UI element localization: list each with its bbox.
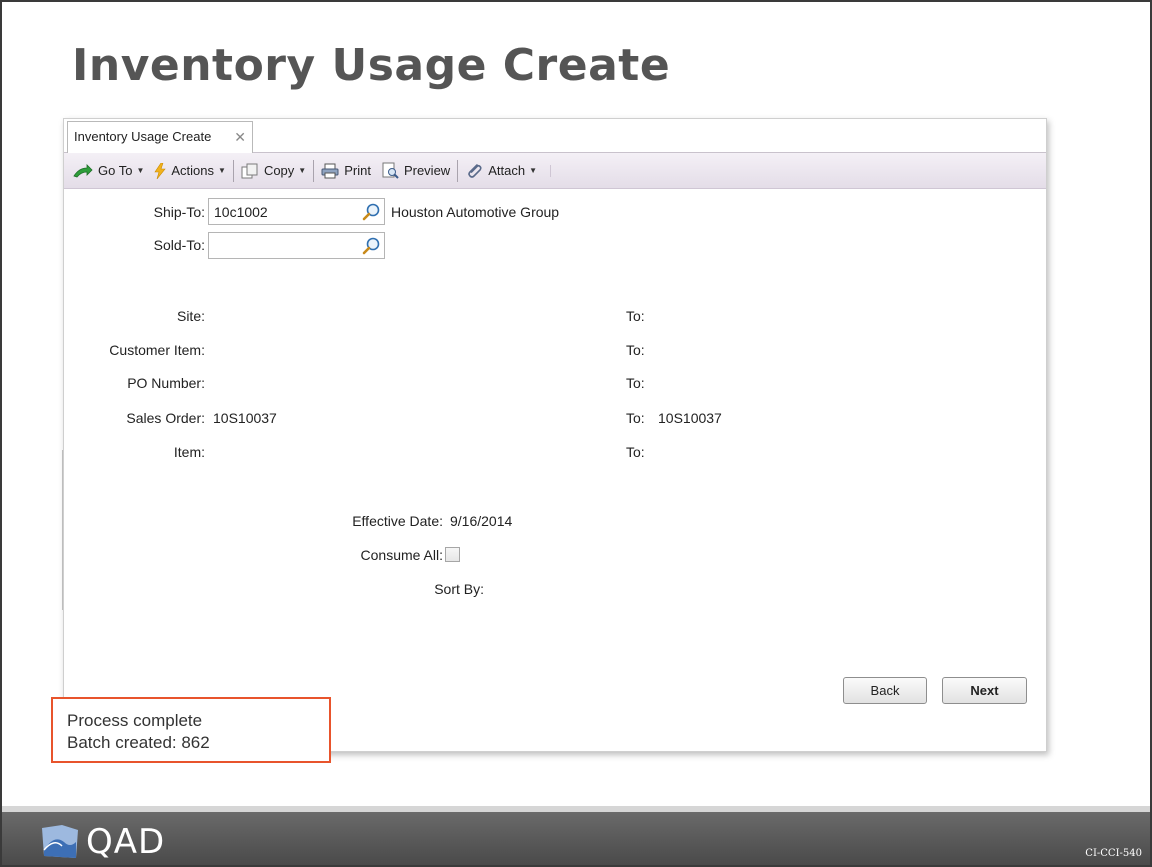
next-button[interactable]: Next: [942, 677, 1027, 704]
po-number-to-label: To:: [626, 375, 645, 391]
tab-label: Inventory Usage Create: [74, 129, 212, 144]
qad-mark-icon: [42, 825, 78, 858]
attach-menu-button[interactable]: Attach ▼: [460, 158, 542, 184]
form-area: Ship-To: Houston Automotive Group Sold-T…: [64, 189, 1046, 751]
print-button[interactable]: Print: [316, 158, 376, 184]
close-icon[interactable]: ✕: [234, 122, 246, 152]
preview-label: Preview: [403, 163, 451, 178]
tab-inventory-usage-create[interactable]: Inventory Usage Create ✕: [67, 121, 253, 153]
toolbar-separator: [549, 164, 551, 177]
customer-item-label: Customer Item:: [109, 342, 205, 358]
item-to-label: To:: [626, 444, 645, 460]
site-to-label: To:: [626, 308, 645, 324]
qad-logo: QAD: [40, 822, 165, 862]
ship-to-field[interactable]: [208, 198, 385, 225]
consume-all-label: Consume All:: [360, 547, 443, 563]
status-message-box: Process complete Batch created: 862: [51, 697, 331, 763]
toolbar-separator: [457, 159, 459, 182]
status-line-batch: Batch created: 862: [67, 733, 210, 752]
sold-to-label: Sold-To:: [153, 237, 205, 253]
search-icon[interactable]: [361, 236, 381, 256]
paperclip-icon: [468, 163, 482, 178]
toolbar-separator: [232, 159, 234, 182]
back-button[interactable]: Back: [843, 677, 927, 704]
qad-brand-text: QAD: [86, 822, 166, 862]
printer-icon: [321, 163, 339, 178]
site-label: Site:: [176, 308, 205, 324]
goto-arrow-icon: [73, 163, 93, 177]
sold-to-field[interactable]: [208, 232, 385, 259]
po-number-label: PO Number:: [127, 375, 205, 391]
goto-label: Go To: [98, 163, 133, 178]
chevron-down-icon: ▼: [136, 166, 145, 175]
chevron-down-icon: ▼: [529, 166, 537, 175]
chevron-down-icon: ▼: [218, 166, 226, 175]
footer-code: CI-CCI-540: [1085, 848, 1142, 859]
attach-label: Attach: [488, 163, 526, 178]
actions-menu-button[interactable]: Actions ▼: [149, 158, 231, 184]
sales-order-value[interactable]: 10S10037: [213, 410, 277, 426]
preview-icon: [382, 162, 399, 179]
ship-to-label: Ship-To:: [153, 204, 205, 220]
copy-menu-button[interactable]: Copy ▼: [236, 158, 311, 184]
toolbar: Go To ▼ Actions ▼ Copy ▼ Print Preview A…: [64, 153, 1046, 189]
goto-menu-button[interactable]: Go To ▼: [68, 158, 149, 184]
status-line-process: Process complete: [67, 711, 203, 730]
actions-label: Actions: [171, 163, 215, 178]
preview-button[interactable]: Preview: [376, 158, 455, 184]
copy-icon: [241, 163, 258, 178]
consume-all-checkbox[interactable]: [445, 547, 460, 562]
slide-title: Inventory Usage Create: [72, 40, 671, 91]
print-label: Print: [344, 163, 371, 178]
ship-to-input[interactable]: [209, 199, 349, 224]
sales-order-label: Sales Order:: [126, 410, 205, 426]
sales-order-to-value[interactable]: 10S10037: [658, 410, 722, 426]
lightning-icon: [154, 162, 166, 179]
effective-date-label: Effective Date:: [352, 513, 443, 529]
effective-date-value[interactable]: 9/16/2014: [450, 513, 512, 529]
customer-item-to-label: To:: [626, 342, 645, 358]
search-icon[interactable]: [361, 202, 381, 222]
ship-to-name: Houston Automotive Group: [391, 204, 560, 220]
toolbar-separator: [313, 159, 315, 182]
copy-label: Copy: [263, 163, 295, 178]
sold-to-input[interactable]: [209, 233, 349, 258]
app-window: Inventory Usage Create ✕ Go To ▼ Actions…: [63, 118, 1047, 752]
footer-bar: QAD CI-CCI-540: [2, 812, 1150, 865]
item-label: Item:: [173, 444, 205, 460]
chevron-down-icon: ▼: [298, 166, 307, 175]
sales-order-to-label: To:: [626, 410, 645, 426]
tab-strip: Inventory Usage Create ✕: [64, 119, 1046, 153]
sort-by-label: Sort By:: [434, 581, 484, 597]
